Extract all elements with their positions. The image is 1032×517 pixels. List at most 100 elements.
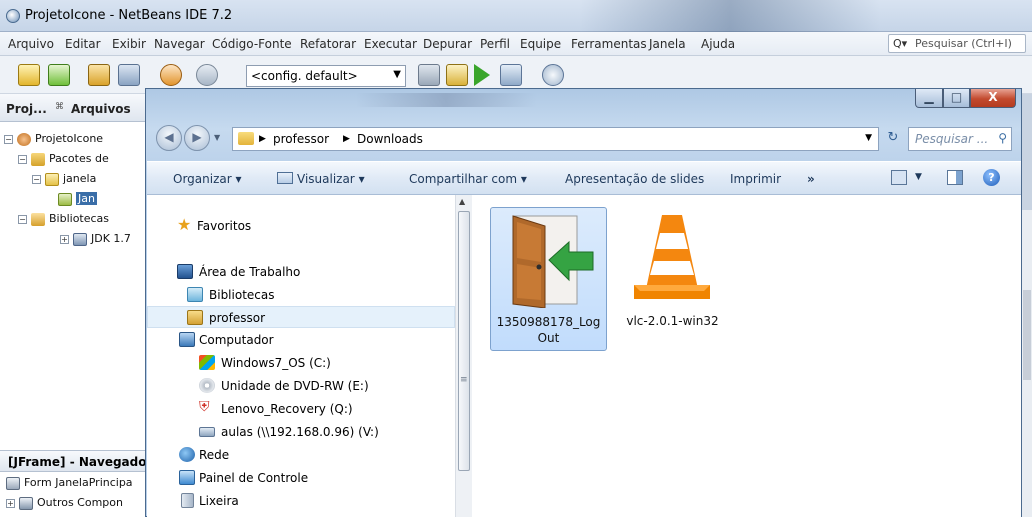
refresh-icon: ↻ bbox=[887, 130, 899, 145]
close-button[interactable]: X bbox=[970, 89, 1016, 108]
new-file-icon[interactable] bbox=[18, 64, 40, 86]
netbeans-app-icon bbox=[6, 9, 20, 23]
maximize-button[interactable]: □ bbox=[943, 89, 970, 108]
nav-label-network: Rede bbox=[199, 448, 230, 462]
nav-others-label: Outros Compon bbox=[37, 496, 123, 509]
nav-item-computer[interactable]: Computador bbox=[147, 329, 455, 351]
breadcrumb-professor[interactable]: professor bbox=[273, 132, 329, 146]
print-button[interactable]: Imprimir bbox=[730, 172, 781, 186]
dvd-drive-icon bbox=[199, 378, 215, 393]
redo-icon[interactable] bbox=[196, 64, 218, 86]
menu-executar[interactable]: Executar bbox=[364, 37, 417, 51]
explorer-search-input[interactable]: Pesquisar ... ⚲ bbox=[908, 127, 1012, 151]
menu-perfil[interactable]: Perfil bbox=[480, 37, 510, 51]
clean-build-icon[interactable] bbox=[446, 64, 468, 86]
more-commands-button[interactable]: » bbox=[807, 172, 815, 186]
breadcrumb-downloads[interactable]: Downloads bbox=[357, 132, 423, 146]
nav-others[interactable]: + Outros Compon bbox=[6, 496, 123, 510]
menu-exibir[interactable]: Exibir bbox=[112, 37, 146, 51]
tab-projects[interactable]: Proj... bbox=[6, 102, 47, 116]
menu-janela[interactable]: Janela bbox=[649, 37, 686, 51]
netbeans-window-title: ProjetoIcone - NetBeans IDE 7.2 bbox=[25, 8, 233, 23]
menu-depurar[interactable]: Depurar bbox=[423, 37, 472, 51]
menu-navegar[interactable]: Navegar bbox=[154, 37, 205, 51]
forward-button[interactable]: ▶ bbox=[184, 125, 210, 151]
close-tab-icon[interactable]: ⌘ bbox=[55, 102, 64, 112]
save-all-icon[interactable] bbox=[118, 64, 140, 86]
menu-arquivo[interactable]: Arquivo bbox=[8, 37, 54, 51]
config-dropdown[interactable]: <config. default> ▼ bbox=[246, 65, 406, 87]
slideshow-button[interactable]: Apresentação de slides bbox=[565, 172, 704, 186]
nav-item-libraries[interactable]: Bibliotecas bbox=[147, 284, 455, 306]
scrollbar-thumb[interactable] bbox=[458, 211, 470, 471]
recent-pages-dropdown[interactable]: ▼ bbox=[214, 133, 220, 142]
file-name-line2: Out bbox=[537, 331, 560, 345]
new-project-icon[interactable] bbox=[48, 64, 70, 86]
nav-item-network[interactable]: Rede bbox=[147, 444, 455, 466]
debug-icon[interactable] bbox=[500, 64, 522, 86]
tree-libraries[interactable]: − Bibliotecas bbox=[18, 212, 109, 226]
scrollbar-thumb bbox=[1023, 290, 1031, 380]
menu-editar[interactable]: Editar bbox=[65, 37, 101, 51]
nav-item-dvd-drive[interactable]: Unidade de DVD-RW (E:) bbox=[147, 375, 455, 397]
preview-pane-icon[interactable] bbox=[947, 170, 963, 185]
navigation-pane: ★ Favoritos Área de Trabalho Bibliotecas… bbox=[147, 195, 455, 517]
tree-class-jan[interactable]: Jan bbox=[58, 192, 97, 206]
refresh-button[interactable]: ↻ bbox=[881, 127, 905, 151]
menu-ferramentas[interactable]: Ferramentas bbox=[571, 37, 647, 51]
explorer-window: ▁ □ X ◀ ▶ ▼ ▶ professor ▶ Downloads ▼ ↻ … bbox=[145, 88, 1022, 517]
tree-jan-label: Jan bbox=[76, 192, 97, 205]
address-bar[interactable]: ▶ professor ▶ Downloads ▼ bbox=[232, 127, 879, 151]
tree-jdk[interactable]: + JDK 1.7 bbox=[60, 232, 131, 246]
nav-item-favorites[interactable]: ★ Favoritos bbox=[147, 215, 455, 237]
nav-item-professor[interactable]: professor bbox=[147, 306, 455, 328]
nav-item-desktop[interactable]: Área de Trabalho bbox=[147, 261, 455, 283]
back-button[interactable]: ◀ bbox=[156, 125, 182, 151]
nav-label-computer: Computador bbox=[199, 333, 274, 347]
menu-ajuda[interactable]: Ajuda bbox=[701, 37, 735, 51]
nav-item-network-drive[interactable]: aulas (\\192.168.0.96) (V:) bbox=[147, 421, 455, 443]
windows-drive-icon bbox=[199, 355, 215, 370]
change-view-icon[interactable] bbox=[891, 170, 907, 185]
menu-codigo-fonte[interactable]: Código-Fonte bbox=[212, 37, 292, 51]
file-item-logout[interactable]: 1350988178_Log Out bbox=[490, 207, 607, 351]
search-icon: Q▾ bbox=[893, 37, 908, 50]
share-label: Compartilhar com bbox=[409, 172, 518, 186]
run-icon[interactable] bbox=[474, 64, 490, 86]
minimize-button[interactable]: ▁ bbox=[915, 89, 943, 108]
logout-door-icon bbox=[512, 215, 594, 308]
view-options-dropdown[interactable]: ▼ bbox=[915, 172, 922, 182]
menu-equipe[interactable]: Equipe bbox=[520, 37, 561, 51]
profile-icon[interactable] bbox=[542, 64, 564, 86]
nav-form[interactable]: Form JanelaPrincipa bbox=[6, 476, 133, 490]
build-hammer-icon[interactable] bbox=[418, 64, 440, 86]
undo-icon[interactable] bbox=[160, 64, 182, 86]
tree-packages[interactable]: − Pacotes de bbox=[18, 152, 109, 166]
help-icon[interactable]: ? bbox=[983, 169, 1000, 186]
nav-item-trash[interactable]: Lixeira bbox=[147, 490, 455, 512]
command-bar: Organizar ▾ Visualizar ▾ Compartilhar co… bbox=[147, 161, 1021, 195]
chevron-down-icon: ▼ bbox=[393, 69, 401, 80]
view-button[interactable]: Visualizar ▾ bbox=[277, 172, 365, 186]
tree-package-janela[interactable]: − janela bbox=[32, 172, 96, 186]
netbeans-left-panel: Proj... ⌘ Arquivos − ProjetoIcone − Pacote… bbox=[0, 94, 152, 517]
scroll-up-icon[interactable]: ▲ bbox=[459, 197, 465, 206]
menu-refatorar[interactable]: Refatorar bbox=[300, 37, 356, 51]
project-tabs: Proj... ⌘ Arquivos bbox=[0, 94, 145, 122]
view-icon bbox=[277, 172, 293, 184]
navigation-scrollbar[interactable]: ▲ ≡ bbox=[455, 195, 472, 517]
share-button[interactable]: Compartilhar com ▾ bbox=[409, 172, 527, 186]
tab-files[interactable]: Arquivos bbox=[71, 102, 131, 116]
nav-item-control-panel[interactable]: Painel de Controle bbox=[147, 467, 455, 489]
chevron-down-icon[interactable]: ▼ bbox=[865, 133, 872, 143]
folder-icon bbox=[238, 132, 254, 145]
file-item-vlc[interactable]: vlc-2.0.1-win32 bbox=[614, 207, 731, 351]
nav-label-aulas: aulas (\\192.168.0.96) (V:) bbox=[221, 425, 379, 439]
organize-button[interactable]: Organizar ▾ bbox=[173, 172, 242, 186]
nav-item-lenovo-recovery[interactable]: ⛨ Lenovo_Recovery (Q:) bbox=[147, 398, 455, 420]
open-project-icon[interactable] bbox=[88, 64, 110, 86]
nav-item-windows7-drive[interactable]: Windows7_OS (C:) bbox=[147, 352, 455, 374]
scrollbar-grip-icon: ≡ bbox=[460, 375, 468, 385]
tree-project[interactable]: − ProjetoIcone bbox=[4, 132, 103, 146]
ide-search-field[interactable]: Q▾ Pesquisar (Ctrl+I) bbox=[888, 34, 1026, 53]
